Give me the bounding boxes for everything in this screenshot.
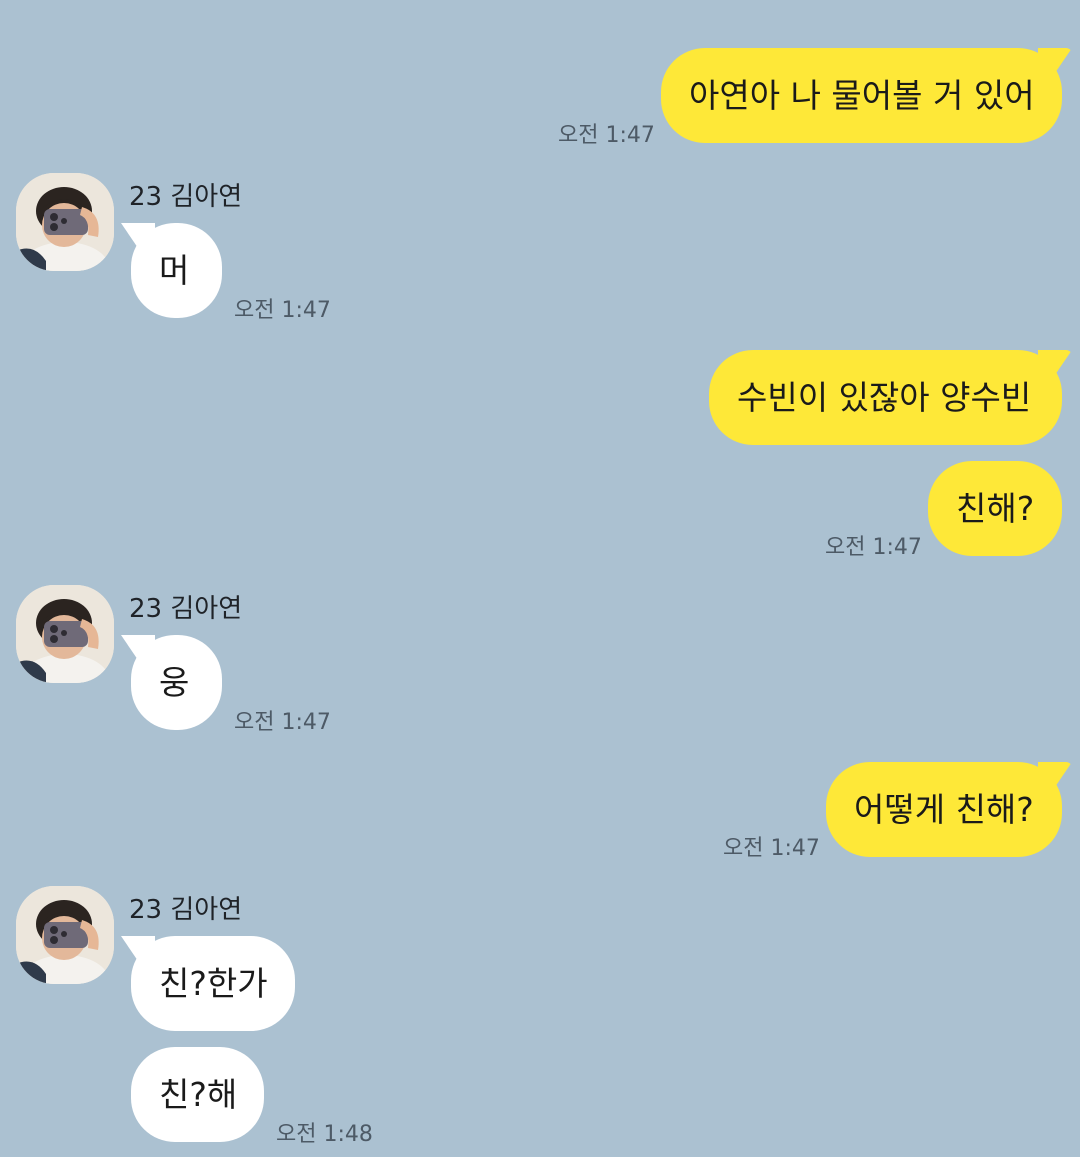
profile-photo-icon [16, 585, 114, 683]
my-message-bubble[interactable]: 아연아 나 물어볼 거 있어 [661, 48, 1072, 143]
message-text: 어떻게 친해? [854, 790, 1034, 829]
avatar[interactable] [16, 173, 114, 271]
message-time: 오전 1:47 [234, 298, 331, 323]
message-text: 아연아 나 물어볼 거 있어 [689, 76, 1035, 115]
bubble-tail [1038, 762, 1072, 792]
avatar[interactable] [16, 886, 114, 984]
message-text: 친해? [956, 489, 1035, 528]
message-text: 머 [159, 251, 190, 290]
message-text: 친?해 [159, 1075, 238, 1114]
message-time: 오전 1:48 [276, 1122, 373, 1147]
sender-name: 23 김아연 [129, 594, 243, 624]
message-text: 수빈이 있잖아 양수빈 [737, 378, 1032, 417]
bubble-tail [1038, 350, 1072, 380]
bubble-tail [121, 936, 155, 966]
my-message-bubble[interactable]: 어떻게 친해? [826, 762, 1072, 857]
my-message-bubble[interactable]: 수빈이 있잖아 양수빈 [709, 350, 1072, 445]
bubble-tail [121, 223, 155, 253]
sender-name: 23 김아연 [129, 895, 243, 925]
their-message-bubble[interactable]: 웅 [121, 635, 222, 730]
profile-photo-icon [16, 173, 114, 271]
bubble-tail [1038, 48, 1072, 78]
message-text: 웅 [159, 663, 190, 702]
their-message-bubble[interactable]: 친?해 [131, 1047, 264, 1142]
sender-name: 23 김아연 [129, 182, 243, 212]
my-message-bubble[interactable]: 친해? [928, 461, 1062, 556]
chat-area[interactable]: 아연아 나 물어볼 거 있어 오전 1:47 23 김아연 머 오전 1:47 … [0, 0, 1080, 1157]
profile-photo-icon [16, 886, 114, 984]
message-time: 오전 1:47 [723, 836, 820, 861]
message-time: 오전 1:47 [825, 535, 922, 560]
message-time: 오전 1:47 [234, 710, 331, 735]
avatar[interactable] [16, 585, 114, 683]
their-message-bubble[interactable]: 친?한가 [121, 936, 295, 1031]
bubble-tail [121, 635, 155, 665]
their-message-bubble[interactable]: 머 [121, 223, 222, 318]
message-text: 친?한가 [159, 964, 268, 1003]
message-time: 오전 1:47 [558, 123, 655, 148]
